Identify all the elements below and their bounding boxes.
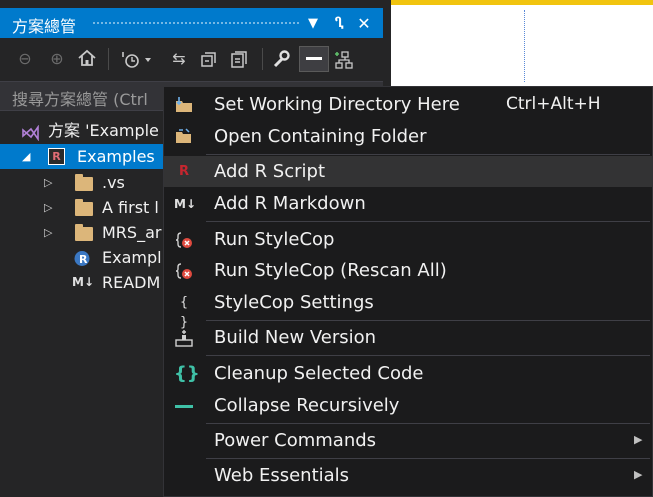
menu-separator — [206, 221, 650, 222]
project-label: Examples — [77, 147, 155, 166]
menu-item-build-new-version[interactable]: Build New Version — [164, 322, 652, 353]
tree-item-label: MRS_ar — [102, 223, 162, 242]
forward-icon[interactable]: ⊕ — [46, 49, 68, 69]
tree-item-label: Exampl — [102, 248, 162, 267]
solution-label: 方案 'Example — [48, 121, 159, 140]
menu-item-shortcut: Ctrl+Alt+H — [506, 94, 601, 114]
menu-item-label: Build New Version — [214, 327, 377, 348]
tree-item-label: READM — [102, 273, 161, 292]
menu-item-open-containing-folder[interactable]: Open Containing Folder — [164, 121, 652, 152]
tree-item-label: .vs — [102, 173, 125, 192]
r-script-icon: R — [178, 164, 189, 179]
editor-guide-line — [524, 10, 525, 82]
panel-titlebar: 方案總管 ▼ Ⴂ ✕ — [0, 8, 383, 38]
sync-icon[interactable]: ⇆ — [168, 49, 190, 69]
solution-icon[interactable] — [333, 49, 355, 69]
svg-text:R: R — [79, 253, 88, 266]
properties-icon[interactable] — [228, 49, 250, 69]
search-input[interactable]: 搜尋方案總管 (Ctrl — [12, 86, 148, 110]
folder-arrow-icon — [174, 95, 194, 115]
visual-studio-icon — [22, 123, 39, 142]
menu-item-label: Set Working Directory Here — [214, 94, 460, 115]
wrench-icon[interactable] — [270, 49, 292, 69]
expanded-arrow-icon[interactable]: ◢ — [22, 144, 30, 169]
folder-icon — [75, 174, 93, 191]
menu-item-label: Collapse Recursively — [214, 395, 400, 416]
menu-item-label: Web Essentials — [214, 465, 350, 486]
pin-icon[interactable]: Ⴂ — [330, 15, 348, 33]
menu-item-add-r-markdown[interactable]: M↓ Add R Markdown — [164, 188, 652, 219]
menu-item-power-commands[interactable]: Power Commands ▶ — [164, 425, 652, 456]
menu-item-label: Cleanup Selected Code — [214, 363, 424, 384]
panel-toolbar: ⊖ ⊕ ⇆ — [0, 40, 383, 78]
menu-item-add-r-script[interactable]: R Add R Script — [164, 156, 652, 187]
toolbar-separator — [262, 48, 263, 70]
menu-item-web-essentials[interactable]: Web Essentials ▶ — [164, 460, 652, 491]
menu-item-label: StyleCop Settings — [214, 292, 374, 313]
markdown-icon: M↓ — [72, 275, 94, 289]
menu-separator — [206, 320, 650, 321]
folder-icon — [75, 199, 93, 216]
menu-item-stylecop-settings[interactable]: { } StyleCop Settings — [164, 287, 652, 330]
menu-item-label: Open Containing Folder — [214, 126, 427, 147]
menu-separator — [206, 355, 650, 356]
dropdown-icon[interactable]: ▼ — [304, 15, 322, 33]
panel-title: 方案總管 — [12, 17, 77, 36]
menu-separator — [206, 154, 650, 155]
collapsed-arrow-icon[interactable]: ▷ — [44, 195, 52, 220]
menu-separator — [206, 458, 650, 459]
menu-separator — [206, 423, 650, 424]
collapse-all-icon[interactable] — [197, 49, 219, 69]
menu-item-label: Power Commands — [214, 430, 377, 451]
cleanup-braces-icon: {} — [174, 363, 200, 384]
r-project-icon: R — [74, 249, 90, 266]
preview-icon[interactable] — [299, 46, 329, 72]
menu-item-cleanup-selected-code[interactable]: {} Cleanup Selected Code — [164, 358, 652, 389]
menu-item-set-working-directory[interactable]: Set Working Directory Here Ctrl+Alt+H — [164, 89, 652, 120]
editor-area — [391, 0, 653, 86]
menu-item-run-stylecop[interactable]: Run StyleCop — [164, 224, 652, 255]
r-markdown-icon: M↓ — [174, 197, 196, 211]
submenu-arrow-icon: ▶ — [634, 433, 643, 446]
collapse-icon — [174, 396, 194, 416]
back-icon[interactable]: ⊖ — [14, 49, 36, 69]
folder-icon — [75, 224, 93, 241]
history-icon[interactable] — [118, 49, 154, 69]
toolbar-separator — [108, 48, 109, 70]
stylecop-rescan-icon — [174, 261, 194, 281]
menu-item-label: Add R Markdown — [214, 193, 366, 214]
collapsed-arrow-icon[interactable]: ▷ — [44, 220, 52, 245]
braces-icon: { } — [179, 295, 189, 330]
menu-item-label: Run StyleCop — [214, 229, 335, 250]
r-project-icon: R — [48, 148, 65, 165]
stylecop-icon — [174, 230, 194, 250]
build-icon — [174, 328, 194, 348]
close-icon[interactable]: ✕ — [355, 15, 373, 33]
context-menu: Set Working Directory Here Ctrl+Alt+H Op… — [163, 86, 653, 497]
submenu-arrow-icon: ▶ — [634, 468, 643, 481]
title-grip — [92, 21, 300, 26]
menu-item-run-stylecop-rescan[interactable]: Run StyleCop (Rescan All) — [164, 255, 652, 286]
home-icon[interactable] — [76, 49, 98, 69]
tree-item-label: A first l — [102, 198, 159, 217]
collapsed-arrow-icon[interactable]: ▷ — [44, 170, 52, 195]
menu-item-collapse-recursively[interactable]: Collapse Recursively — [164, 390, 652, 421]
menu-item-label: Add R Script — [214, 161, 326, 182]
open-folder-icon — [174, 127, 194, 147]
menu-item-label: Run StyleCop (Rescan All) — [214, 260, 447, 281]
